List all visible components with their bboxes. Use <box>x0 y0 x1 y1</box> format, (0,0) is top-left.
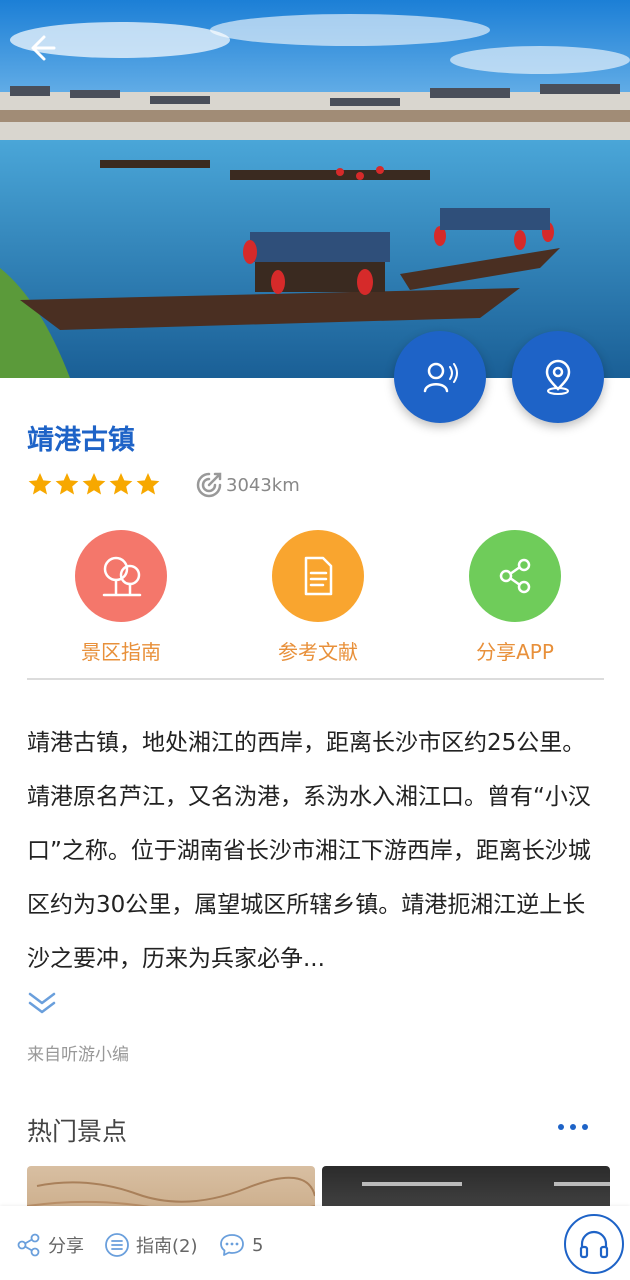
spot-description: 靖港古镇，地处湘江的西岸，距离长沙市区约25公里。靖港原名芦江，又名沩港，系沩水… <box>27 730 591 972</box>
share-icon <box>499 558 531 594</box>
comment-count: 5 <box>252 1234 264 1256</box>
location-pin-icon <box>545 359 571 395</box>
scenic-guide-label: 景区指南 <box>81 640 161 664</box>
scenic-guide-button[interactable]: 景区指南 <box>41 530 201 665</box>
bottom-share-button[interactable]: 分享 <box>16 1232 84 1258</box>
voice-guide-button[interactable] <box>394 331 486 423</box>
spot-title: 靖港古镇 <box>27 425 135 456</box>
headphones-icon <box>579 1230 609 1259</box>
divider <box>27 678 604 680</box>
distance-value: 3043km <box>226 474 300 496</box>
locate-button[interactable] <box>512 331 604 423</box>
tree-icon <box>102 556 142 597</box>
hero-image <box>0 0 630 378</box>
star-rating <box>27 471 161 497</box>
star-icon <box>28 472 52 495</box>
share-outline-icon <box>17 1233 40 1257</box>
distance-icon <box>196 472 222 498</box>
more-button[interactable] <box>555 1112 591 1142</box>
star-icon <box>136 472 160 495</box>
bottom-share-label: 分享 <box>48 1236 84 1257</box>
list-circle-icon <box>105 1233 129 1257</box>
expand-button[interactable] <box>27 990 57 1016</box>
reference-docs-label: 参考文献 <box>278 640 358 664</box>
share-app-label: 分享APP <box>476 640 554 664</box>
bottom-guide-button[interactable]: 指南(2) <box>104 1232 198 1258</box>
arrow-left-icon <box>31 35 56 61</box>
star-icon <box>82 472 106 495</box>
audio-player-button[interactable] <box>564 1214 624 1274</box>
share-app-button[interactable]: 分享APP <box>435 530 595 665</box>
document-icon <box>304 556 333 596</box>
star-icon <box>55 472 79 495</box>
more-dots-icon <box>558 1124 588 1130</box>
bottom-guide-label: 指南(2) <box>136 1236 198 1257</box>
hot-spots-title: 热门景点 <box>27 1117 128 1146</box>
source-credit: 来自听游小编 <box>27 1045 129 1065</box>
comment-icon <box>220 1234 244 1256</box>
bottom-bar: 分享 指南(2) 5 <box>0 1206 630 1280</box>
double-chevron-down-icon <box>28 992 56 1014</box>
action-row: 景区指南 参考文献 分享APP <box>0 530 630 670</box>
reference-docs-button[interactable]: 参考文献 <box>238 530 398 665</box>
bottom-comment-button[interactable]: 5 <box>218 1232 263 1258</box>
star-icon <box>109 472 133 495</box>
speaker-person-icon <box>423 362 458 393</box>
back-button[interactable] <box>24 28 68 68</box>
distance-info: 3043km <box>194 470 300 500</box>
